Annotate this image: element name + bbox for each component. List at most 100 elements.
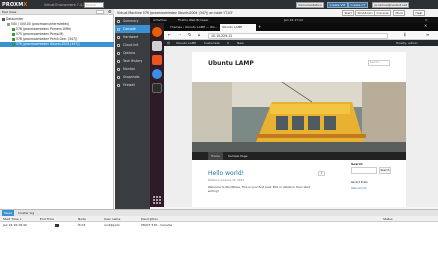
top-bar: PROXMX Virtual Environment 7.4-17 Search… (0, 0, 438, 9)
create-ct-button[interactable]: Create CT (348, 1, 368, 8)
nav-label: Snapshots (123, 75, 140, 79)
post-text: Welcome to WordPress. This is your first… (208, 185, 310, 193)
tree-item-label: 576 (proxmoxmiedev Ubuntu2004 (347)) (16, 42, 80, 46)
nav-sample-page[interactable]: Sample Page (228, 152, 247, 160)
firefox-icon[interactable] (152, 27, 162, 37)
nav-home[interactable]: Home (208, 152, 223, 160)
pool-icon (7, 22, 10, 26)
tree-item-label: 578 (proxmoxmiedev Pxmem LMfe) (16, 27, 72, 31)
forward-icon[interactable]: → (178, 32, 181, 37)
col-user-name[interactable]: User name (104, 216, 120, 222)
header-image (192, 82, 406, 152)
list-icon (117, 59, 120, 63)
create-vm-button[interactable]: Create VM (327, 1, 348, 8)
start-button[interactable]: Start (342, 10, 355, 16)
tab-ubuntu-lamp[interactable]: Ubuntu LAMP (220, 24, 256, 31)
vm-console[interactable]: Activities Firefox Web Browser Jan 24 17… (150, 17, 438, 207)
new-tab-icon[interactable]: + (258, 24, 261, 29)
history-icon (117, 75, 120, 79)
post-title[interactable]: Hello world! (208, 170, 244, 177)
home-icon[interactable]: ⌂ (198, 32, 201, 37)
nav-console[interactable]: Console (115, 25, 150, 33)
widget-search-button[interactable]: Search (379, 167, 391, 174)
tree-item-label: 000 / 000.00 (proxmoxnuntermiedev) (11, 22, 70, 26)
view-label: Pool View (2, 10, 17, 14)
tree-item-label: 578 (proxmoxmiedev Pxm5.Gee. (347)) (16, 37, 78, 41)
vm-icon (12, 37, 15, 41)
nav-label: Task History (123, 59, 143, 63)
console-icon (117, 27, 120, 31)
help-button[interactable]: Help (413, 10, 425, 16)
documentation-button[interactable]: Documentation (296, 1, 325, 8)
terminal-icon[interactable] (152, 83, 162, 93)
more-button[interactable]: More (393, 10, 406, 16)
nav-cloud-init[interactable]: Cloud-Init (115, 41, 150, 49)
vm-icon (12, 27, 15, 31)
software-icon[interactable] (152, 55, 162, 65)
user-menu-button[interactable]: proxmox@nonbot.net (372, 1, 410, 8)
tab-themes[interactable]: Themes ‹ Ubuntu LAMP — Wo... (168, 24, 218, 31)
widget-search-input[interactable] (351, 167, 377, 174)
view-dropdown[interactable] (96, 10, 104, 14)
col-node[interactable]: Node (78, 216, 86, 222)
nav-label: Firewall (123, 83, 136, 87)
cell-user: root@pam (104, 223, 120, 227)
cell-start-time: Jan 24 16:18:40 (3, 223, 27, 227)
nav-label: Console (123, 27, 136, 31)
menu-icon[interactable]: ≡ (426, 32, 429, 37)
hardware-icon (117, 35, 120, 39)
site-search-input[interactable]: Search... (368, 60, 390, 66)
nav-firewall[interactable]: Firewall (115, 81, 150, 89)
reload-icon[interactable]: ↻ (188, 32, 191, 37)
table-row[interactable]: Jan 24 16:18:40 IT-03 root@pam VM/CT 576… (0, 223, 438, 228)
nav-label: Summary (123, 19, 139, 23)
post-date[interactable]: Posted on January 24, 2023 (208, 179, 244, 182)
eye-icon (117, 67, 120, 71)
tree-item[interactable]: 576 (proxmoxmiedev Ubuntu2004 (347)) (0, 42, 114, 47)
tree-item-label: Datacenter (6, 17, 24, 21)
nav-task-history[interactable]: Task History (115, 57, 150, 65)
task-table-header: Start Time ↓ End Time Node User name Des… (0, 216, 438, 222)
url-bar[interactable]: 10.10.229.12 (208, 32, 388, 39)
task-log-panel: Tasks Cluster log Start Time ↓ End Time … (0, 209, 438, 264)
search-input[interactable]: Search (84, 1, 104, 8)
library-icon[interactable]: ⫼ (404, 32, 406, 37)
nav-snapshots[interactable]: Snapshots (115, 73, 150, 81)
firefox-window: Themes ‹ Ubuntu LAMP — Wo... Ubuntu LAMP… (164, 23, 438, 207)
console-button[interactable]: Console (374, 10, 391, 16)
back-icon[interactable]: ← (168, 32, 171, 37)
col-status[interactable]: Status (383, 216, 393, 222)
firefox-tab-strip: Themes ‹ Ubuntu LAMP — Wo... Ubuntu LAMP… (164, 23, 438, 31)
comment-count-badge[interactable]: 1 (318, 171, 325, 176)
col-end-time[interactable]: End Time (40, 216, 54, 222)
vm-icon (12, 42, 15, 46)
firefox-nav-bar: ← → ↻ ⌂ 10.10.229.12 ⫼ ≡ (164, 31, 438, 40)
tree-item-label: 575 (proxmoxmiedev Pxmo.M) (16, 32, 64, 36)
files-icon[interactable] (152, 41, 162, 51)
close-window-icon[interactable]: × (424, 23, 427, 28)
cell-node: IT-03 (78, 223, 86, 227)
show-apps-icon[interactable] (152, 195, 162, 205)
cloud-icon (117, 43, 120, 47)
cell-description: VM/CT 576 - Console (141, 223, 173, 227)
resource-tree-panel: Pool View ⚙ Datacenter 000 / 000.00 (prox… (0, 9, 114, 209)
summary-icon (117, 19, 120, 23)
nav-label: Hardware (123, 35, 139, 39)
col-start-time[interactable]: Start Time ↓ (3, 216, 22, 222)
col-description[interactable]: Description (141, 216, 158, 222)
nav-hardware[interactable]: Hardware (115, 33, 150, 41)
shutdown-button[interactable]: Shutdown (355, 10, 375, 16)
widget-search-title: Search (351, 162, 363, 166)
nav-options[interactable]: Options (115, 49, 150, 57)
view-selector[interactable]: Pool View ⚙ (0, 9, 114, 15)
site-title[interactable]: Ubuntu LAMP (208, 60, 254, 67)
help-icon[interactable] (152, 69, 162, 79)
site-container: Ubuntu LAMP Search... Home Sample Page H… (192, 52, 406, 207)
nav-monitor[interactable]: Monitor (115, 65, 150, 73)
nav-label: Options (123, 51, 136, 55)
nav-summary[interactable]: Summary (115, 17, 150, 25)
datacenter-icon (2, 17, 5, 21)
recent-post-link[interactable]: Hello world! (351, 187, 367, 190)
gear-icon[interactable]: ⚙ (108, 9, 112, 15)
shield-icon (117, 83, 120, 87)
